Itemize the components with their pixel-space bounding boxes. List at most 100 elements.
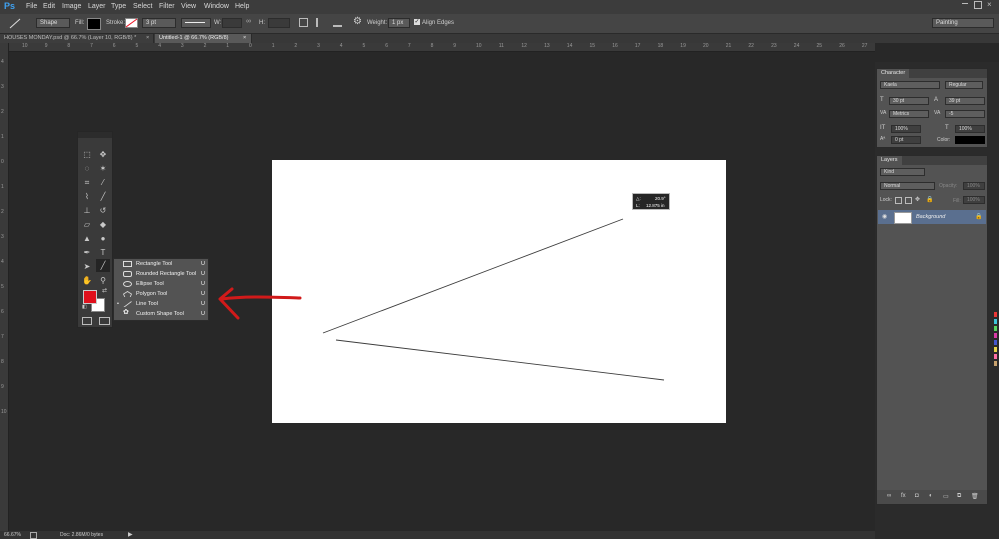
tab-character[interactable]: Character: [877, 69, 910, 78]
flyout-ellipse-tool[interactable]: Ellipse Tool U: [114, 279, 208, 289]
history-brush-tool-icon[interactable]: ↺: [96, 204, 110, 217]
color-swatch[interactable]: [994, 326, 997, 331]
hand-tool-icon[interactable]: ✋: [80, 274, 94, 287]
workspace-select[interactable]: Painting: [932, 18, 994, 28]
delete-layer-icon[interactable]: 🗑: [971, 493, 979, 500]
layer-row-background[interactable]: ◉ Background 🔒: [878, 210, 986, 224]
foreground-color-swatch[interactable]: [83, 290, 97, 304]
opacity-field[interactable]: 100%: [963, 182, 985, 190]
pen-tool-icon[interactable]: ✒: [80, 246, 94, 259]
eyedropper-tool-icon[interactable]: ⁄: [96, 176, 110, 189]
line-tool-preset-icon[interactable]: [8, 18, 22, 29]
flyout-custom-shape-tool[interactable]: ✿ Custom Shape Tool U: [114, 309, 208, 319]
crop-tool-icon[interactable]: ⌗: [80, 176, 94, 189]
path-alignment-icon[interactable]: [316, 18, 325, 27]
zoom-level[interactable]: 66.67%: [4, 532, 21, 538]
color-swatch[interactable]: [994, 361, 997, 366]
new-layer-icon[interactable]: ⧉: [957, 493, 961, 500]
lock-position-icon[interactable]: ✥: [915, 196, 920, 203]
swap-colors-icon[interactable]: ⇄: [102, 287, 107, 294]
height-field[interactable]: [268, 18, 290, 28]
type-tool-icon[interactable]: T: [96, 246, 110, 259]
move-tool-icon[interactable]: ✥: [96, 148, 110, 161]
lock-all-icon[interactable]: 🔒: [926, 196, 933, 203]
ruler-vertical[interactable]: 4 3 2 1 0 1 2 3 4 5 6 7 8 9 10: [0, 43, 9, 531]
horizontal-scale-field[interactable]: 100%: [955, 125, 985, 133]
close-window-icon[interactable]: ×: [987, 0, 992, 9]
stroke-type-select[interactable]: [181, 18, 211, 28]
menu-type[interactable]: Type: [111, 3, 126, 10]
menu-image[interactable]: Image: [62, 3, 81, 10]
text-color-swatch[interactable]: [955, 136, 985, 144]
link-layers-icon[interactable]: ∞: [887, 493, 891, 499]
kerning-field[interactable]: Metrics: [889, 110, 929, 118]
screen-mode-icon[interactable]: [99, 317, 110, 325]
flyout-line-tool[interactable]: • Line Tool U: [114, 299, 208, 309]
color-swatch[interactable]: [994, 340, 997, 345]
menu-file[interactable]: File: [26, 3, 37, 10]
color-swatch[interactable]: [994, 354, 997, 359]
close-icon[interactable]: ×: [243, 34, 246, 43]
path-selection-tool-icon[interactable]: ➤: [80, 260, 94, 273]
default-colors-icon[interactable]: ◧: [82, 304, 87, 310]
marquee-tool-icon[interactable]: ⬚: [80, 148, 94, 161]
quick-selection-tool-icon[interactable]: ✶: [96, 162, 110, 175]
menu-help[interactable]: Help: [235, 3, 249, 10]
font-style-select[interactable]: Regular: [945, 81, 983, 89]
brush-tool-icon[interactable]: ╱: [96, 190, 110, 203]
layer-style-icon[interactable]: fx: [901, 493, 906, 499]
quick-mask-icon[interactable]: [82, 317, 92, 325]
menu-filter[interactable]: Filter: [159, 3, 175, 10]
menu-layer[interactable]: Layer: [88, 3, 106, 10]
lasso-tool-icon[interactable]: ◌: [80, 162, 94, 175]
weight-field[interactable]: 1 px: [388, 18, 410, 28]
dodge-tool-icon[interactable]: ●: [96, 232, 110, 245]
stroke-none-swatch-icon[interactable]: [125, 18, 138, 28]
menu-edit[interactable]: Edit: [43, 3, 55, 10]
tab-untitled-1[interactable]: Untitled-1 @ 66.7% (RGB/8) ×: [155, 34, 252, 43]
tool-mode-select[interactable]: Shape: [36, 18, 70, 28]
font-size-field[interactable]: 30 pt: [889, 97, 929, 105]
minimize-icon[interactable]: [962, 3, 968, 4]
clone-stamp-tool-icon[interactable]: ⊥: [80, 204, 94, 217]
stroke-width-field[interactable]: 3 pt: [142, 18, 176, 28]
toolbox-header[interactable]: [78, 132, 112, 138]
vertical-scale-field[interactable]: 100%: [891, 125, 921, 133]
blur-tool-icon[interactable]: ▲: [80, 232, 94, 245]
lock-image-icon[interactable]: [905, 197, 912, 204]
color-swatch[interactable]: [994, 347, 997, 352]
flyout-rounded-rectangle-tool[interactable]: Rounded Rectangle Tool U: [114, 269, 208, 279]
menu-window[interactable]: Window: [204, 3, 229, 10]
leading-field[interactable]: 39 pt: [945, 97, 985, 105]
layer-filter-select[interactable]: Kind: [880, 168, 925, 176]
gear-icon[interactable]: ⚙: [353, 16, 362, 27]
path-operations-icon[interactable]: [299, 18, 308, 27]
close-icon[interactable]: ×: [146, 34, 149, 43]
tab-houses-monday[interactable]: HOUSES MONDAY.psd @ 66.7% (Layer 10, RGB…: [0, 34, 154, 43]
align-edges-checkbox[interactable]: ✓: [414, 19, 420, 25]
baseline-shift-field[interactable]: 0 pt: [891, 136, 921, 144]
healing-brush-tool-icon[interactable]: ⌇: [80, 190, 94, 203]
menu-select[interactable]: Select: [133, 3, 152, 10]
color-swatch[interactable]: [994, 333, 997, 338]
font-family-select[interactable]: Kaela: [880, 81, 940, 89]
add-mask-icon[interactable]: ◘: [915, 493, 919, 499]
flyout-rectangle-tool[interactable]: Rectangle Tool U: [114, 259, 208, 269]
tab-layers[interactable]: Layers: [877, 156, 902, 165]
ruler-horizontal[interactable]: 10 9 8 7 6 5 4 3 2 1 0 1 2 3 4 5 6 7 8 9 10 11 12 13 14 15 16 17 18 1…: [8, 43, 875, 52]
fill-swatch[interactable]: [87, 18, 101, 30]
eraser-tool-icon[interactable]: ▱: [80, 218, 94, 231]
link-icon[interactable]: ∞: [246, 18, 251, 25]
fill-field[interactable]: 100%: [963, 196, 985, 204]
flyout-polygon-tool[interactable]: Polygon Tool U: [114, 289, 208, 299]
color-swatch[interactable]: [994, 312, 997, 317]
menu-view[interactable]: View: [181, 3, 196, 10]
color-swatch[interactable]: [994, 319, 997, 324]
swatches-strip[interactable]: [991, 312, 999, 372]
maximize-icon[interactable]: [974, 1, 982, 9]
path-arrangement-icon[interactable]: [333, 18, 342, 27]
zoom-tool-icon[interactable]: ⚲: [96, 274, 110, 287]
blend-mode-select[interactable]: Normal: [880, 182, 935, 190]
new-group-icon[interactable]: ▭: [943, 493, 949, 500]
adjustment-layer-icon[interactable]: ◐: [929, 493, 933, 499]
